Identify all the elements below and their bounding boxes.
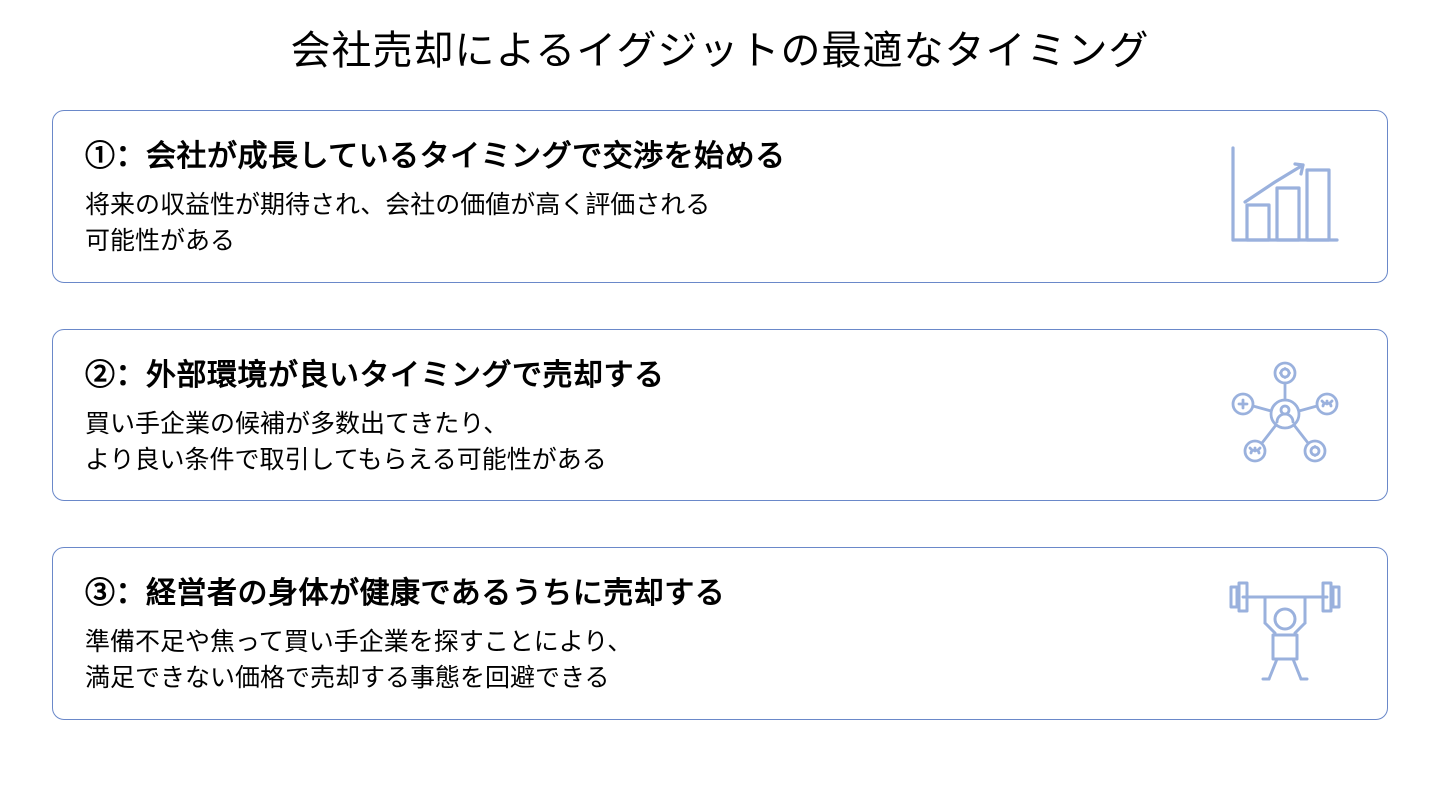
card-heading-3: ③：経営者の身体が健康であるうちに売却する: [85, 568, 1195, 612]
card-desc-2: 買い手企業の候補が多数出てきたり、 より良い条件で取引してもらえる可能性がある: [85, 406, 1195, 479]
page-title: 会社売却によるイグジットの最適なタイミング: [52, 18, 1388, 76]
card-heading-1: ①：会社が成長しているタイミングで交渉を始める: [85, 131, 1195, 175]
card-heading-2: ②：外部環境が良いタイミングで売却する: [85, 350, 1195, 394]
card-text-2: ②：外部環境が良いタイミングで売却する 買い手企業の候補が多数出てきたり、 より…: [85, 350, 1195, 479]
card-desc-3: 準備不足や焦って買い手企業を探すことにより、 満足できない価格で売却する事態を回…: [85, 624, 1195, 697]
timing-card-3: ③：経営者の身体が健康であるうちに売却する 準備不足や焦って買い手企業を探すこと…: [52, 547, 1388, 720]
slide-content: 会社売却によるイグジットの最適なタイミング ①：会社が成長しているタイミングで交…: [0, 0, 1440, 720]
weightlifting-icon: [1215, 572, 1355, 692]
card-text-3: ③：経営者の身体が健康であるうちに売却する 準備不足や焦って買い手企業を探すこと…: [85, 568, 1195, 697]
timing-card-1: ①：会社が成長しているタイミングで交渉を始める 将来の収益性が期待され、会社の価…: [52, 110, 1388, 283]
card-text-1: ①：会社が成長しているタイミングで交渉を始める 将来の収益性が期待され、会社の価…: [85, 131, 1195, 260]
network-icon: [1215, 354, 1355, 474]
card-desc-1: 将来の収益性が期待され、会社の価値が高く評価される 可能性がある: [85, 187, 1195, 260]
timing-card-2: ②：外部環境が良いタイミングで売却する 買い手企業の候補が多数出てきたり、 より…: [52, 329, 1388, 502]
growth-chart-icon: [1215, 135, 1355, 255]
